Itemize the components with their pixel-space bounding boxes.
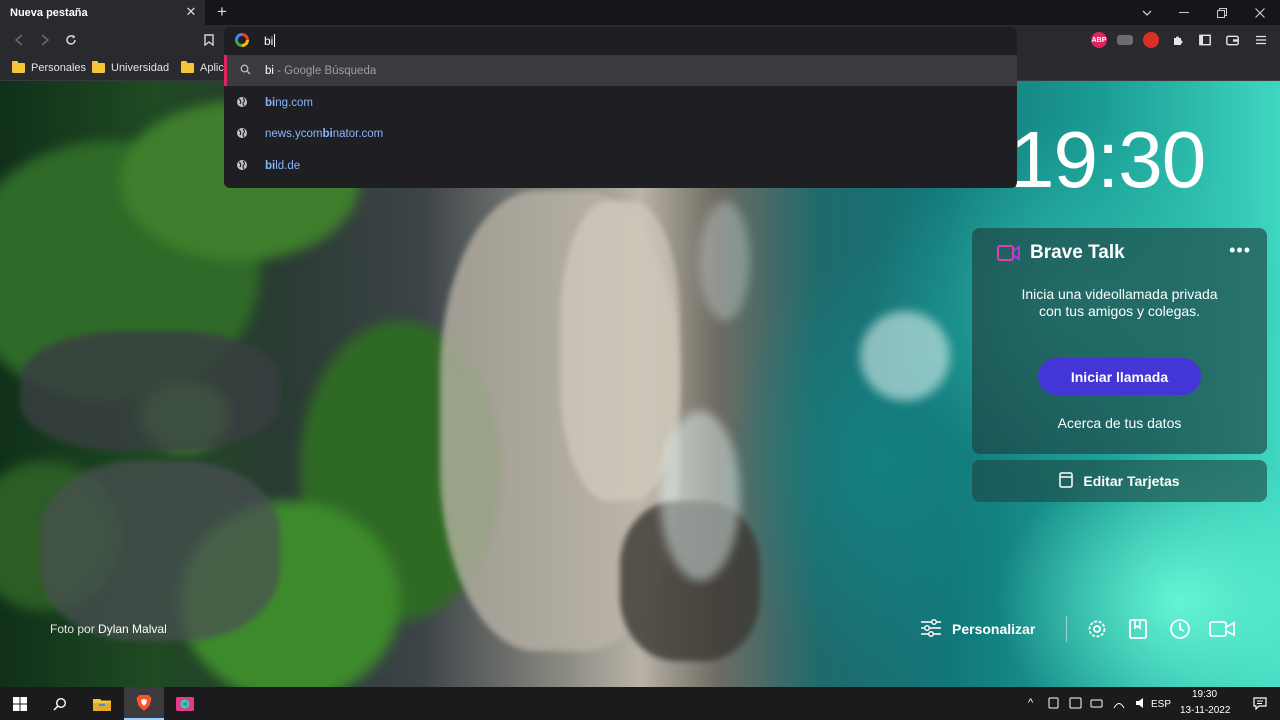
card-title: Brave Talk (1030, 242, 1125, 263)
menu-icon[interactable] (1252, 31, 1270, 49)
suggestion-query: bi (265, 64, 274, 77)
windows-start-icon[interactable] (0, 687, 40, 720)
bookmarks-icon[interactable] (1126, 617, 1150, 641)
sidebar-icon[interactable] (1196, 31, 1214, 49)
wallet-icon[interactable] (1223, 31, 1241, 49)
suggestion-match: bi (265, 159, 276, 172)
start-call-button[interactable]: Iniciar llamada (1038, 358, 1201, 395)
sliders-icon (920, 618, 942, 641)
taskbar-time[interactable]: 19:30 (1192, 689, 1217, 700)
globe-icon (236, 159, 248, 171)
edit-cards-label: Editar Tarjetas (1083, 473, 1180, 489)
globe-icon (236, 96, 248, 108)
back-icon[interactable] (10, 31, 28, 49)
suggestion-match: bi (322, 127, 333, 140)
forward-icon[interactable] (36, 31, 54, 49)
customize-button[interactable]: Personalizar (920, 617, 1035, 641)
edit-cards-button[interactable]: Editar Tarjetas (972, 460, 1267, 502)
divider (1066, 616, 1067, 642)
suggestion-prefix: news.ycom (265, 127, 323, 140)
clock: 19:30 (1010, 115, 1206, 204)
address-bar[interactable]: bi (224, 27, 1017, 55)
suggestion-url[interactable]: news.ycombinator.com (224, 118, 1017, 149)
notifications-icon[interactable] (1240, 687, 1280, 720)
brave-browser-icon[interactable] (124, 687, 164, 720)
suggestion-search[interactable]: bi - Google Búsqueda (224, 55, 1017, 86)
search-icon[interactable] (40, 687, 80, 720)
suggestion-match: bi (265, 96, 276, 109)
bookmark-folder-personales[interactable]: Personales (12, 60, 86, 76)
suggestion-url[interactable]: bing.com (224, 87, 1017, 118)
about-data-link[interactable]: Acerca de tus datos (972, 415, 1267, 431)
app-icon[interactable] (165, 687, 205, 720)
chevron-down-icon[interactable] (1128, 0, 1166, 25)
more-options-icon[interactable]: ••• (1229, 240, 1251, 261)
card-icon (1059, 471, 1074, 491)
reload-icon[interactable] (62, 31, 80, 49)
bookmark-label: Personales (31, 62, 87, 74)
brave-talk-card: Brave Talk ••• Inicia una videollamada p… (972, 228, 1267, 454)
suggestion-rest: nator.com (332, 127, 384, 140)
bookmark-icon[interactable] (200, 31, 218, 49)
minimize-icon[interactable] (1165, 0, 1203, 25)
adblock-icon[interactable]: ABP (1091, 32, 1107, 48)
customize-label: Personalizar (952, 621, 1036, 637)
bookmark-label: Universidad (111, 62, 170, 74)
photo-credit-prefix: Foto por (50, 622, 95, 636)
folder-icon (181, 61, 194, 73)
search-icon (239, 64, 251, 76)
folder-icon (92, 61, 105, 73)
tab-strip: Nueva pestaña ✕ + (0, 0, 1280, 25)
folder-icon (12, 61, 25, 73)
taskbar: ^ ESP 19:30 13-11-2022 (0, 687, 1280, 720)
bookmark-folder-universidad[interactable]: Universidad (92, 60, 169, 76)
tab-new-tab[interactable]: Nueva pestaña ✕ (0, 0, 205, 25)
close-icon[interactable]: ✕ (183, 4, 199, 20)
google-icon (235, 33, 249, 47)
chevron-up-icon[interactable]: ^ (1028, 697, 1033, 709)
suggestion-suffix: - Google Búsqueda (273, 64, 377, 77)
tab-title: Nueva pestaña (10, 6, 88, 19)
suggestion-url[interactable]: bild.de (224, 150, 1017, 181)
extension-gray-icon[interactable] (1117, 35, 1133, 45)
bookmark-label: Aplic (200, 62, 224, 74)
brave-talk-icon[interactable] (1209, 617, 1236, 641)
plus-icon[interactable]: + (213, 3, 231, 21)
language-indicator[interactable]: ESP (1151, 699, 1171, 710)
history-icon[interactable] (1168, 617, 1192, 641)
video-camera-icon (997, 244, 1021, 267)
photo-credit-author[interactable]: Dylan Malval (98, 622, 167, 636)
suggestion-rest: ng.com (275, 96, 313, 109)
suggestion-rest: ld.de (275, 159, 301, 172)
taskbar-date[interactable]: 13-11-2022 (1180, 705, 1230, 716)
address-input[interactable]: bi (264, 34, 276, 48)
omnibox-suggestions: bi - Google Búsqueda bing.com news.ycomb… (224, 55, 1017, 188)
card-description: Inicia una videollamada privada con tus … (1021, 286, 1218, 319)
extension-red-icon[interactable] (1143, 32, 1159, 48)
restore-icon[interactable] (1203, 0, 1241, 25)
bookmark-folder-aplicaciones[interactable]: Aplic (181, 60, 224, 76)
photo-credit: Foto por Dylan Malval (50, 622, 167, 636)
globe-icon (236, 127, 248, 139)
puzzle-icon[interactable] (1169, 31, 1187, 49)
settings-icon[interactable] (1085, 617, 1109, 641)
file-explorer-icon[interactable] (82, 687, 122, 720)
close-window-icon[interactable] (1241, 0, 1279, 25)
